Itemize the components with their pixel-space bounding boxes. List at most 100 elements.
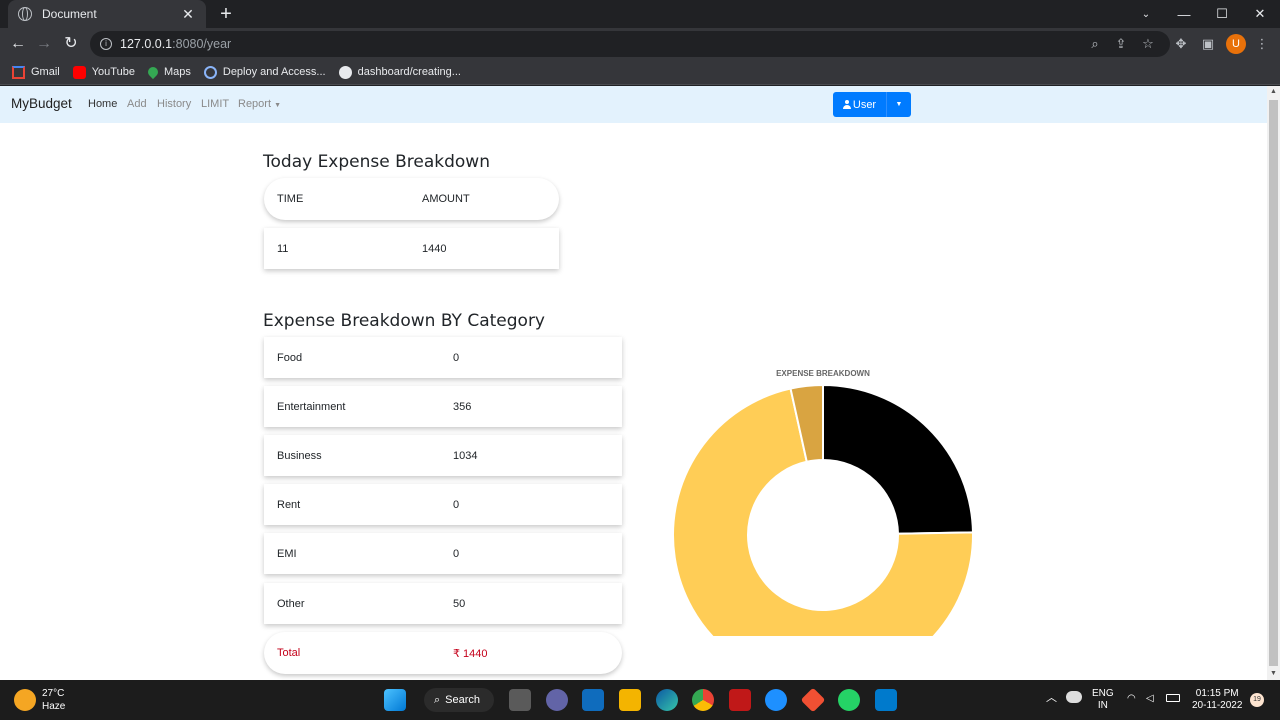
zoom-icon[interactable]: ⌕ — [1085, 34, 1105, 54]
browser-toolbar: ← → ↻ i 127.0.0.1:8080/year ⌕ ⇪ ☆ ✥ ▣ U … — [0, 28, 1280, 60]
whatsapp-icon[interactable] — [838, 689, 860, 711]
slice-entertainment[interactable] — [822, 383, 974, 535]
help-icon[interactable] — [765, 689, 787, 711]
address-bar[interactable]: i 127.0.0.1:8080/year — [90, 31, 1170, 57]
tab-strip: Document ✕ + ⌄ — ☐ ✕ — [0, 0, 1280, 28]
category-row-rent: Rent 0 — [264, 484, 622, 525]
nav-home[interactable]: Home — [88, 98, 117, 110]
bookmark-gmail[interactable]: Gmail — [12, 65, 60, 79]
brand-logo[interactable]: MyBudget — [11, 96, 72, 111]
maps-pin-icon — [145, 64, 161, 80]
file-explorer-icon[interactable] — [619, 689, 641, 711]
today-header-row: TIME AMOUNT — [264, 178, 559, 220]
task-view-icon[interactable] — [509, 689, 531, 711]
col-amount: AMOUNT — [422, 193, 470, 205]
profile-avatar[interactable]: U — [1226, 34, 1246, 54]
category-row-emi: EMI 0 — [264, 533, 622, 574]
store-icon[interactable] — [582, 689, 604, 711]
minimize-button[interactable]: — — [1165, 0, 1203, 28]
page-scrollbar[interactable]: ▲ ▼ — [1267, 86, 1280, 680]
back-button[interactable]: ← — [6, 32, 30, 56]
os-taskbar: 27°C Haze ⌕ Search ︿ ENG IN ◠ ◁ 01:15 PM… — [0, 680, 1280, 720]
maximize-button[interactable]: ☐ — [1203, 0, 1241, 28]
bookmark-youtube[interactable]: YouTube — [72, 65, 135, 79]
close-window-button[interactable]: ✕ — [1241, 0, 1279, 28]
total-value: ₹ 1440 — [453, 647, 488, 660]
category-heading: Expense Breakdown BY Category — [263, 311, 545, 331]
onedrive-icon[interactable] — [1066, 691, 1082, 703]
today-data-row: 11 1440 — [264, 228, 559, 269]
chevron-down-icon: ▼ — [274, 102, 282, 109]
expense-donut-chart: EXPENSE BREAKDOWNFoodEntertainmentBusine… — [672, 369, 974, 636]
url-path: :8080/year — [172, 37, 232, 51]
today-amount: 1440 — [422, 242, 447, 255]
category-row-food: Food 0 — [264, 337, 622, 378]
category-row-other: Other 50 — [264, 583, 622, 624]
clock[interactable]: 01:15 PM 20-11-2022 — [1192, 688, 1242, 712]
user-button-main[interactable]: User — [833, 92, 887, 117]
info-icon[interactable]: i — [100, 38, 112, 50]
today-heading: Today Expense Breakdown — [263, 152, 490, 172]
tab-search-icon[interactable]: ⌄ — [1127, 0, 1165, 28]
wifi-icon[interactable]: ◠ — [1127, 693, 1136, 705]
close-tab-icon[interactable]: ✕ — [180, 6, 196, 23]
page-viewport: MyBudget Home Add History LIMIT Report ▼… — [0, 86, 1267, 680]
app-navbar: MyBudget Home Add History LIMIT Report ▼… — [0, 86, 1267, 123]
language-indicator[interactable]: ENG IN — [1092, 688, 1114, 712]
github-icon — [338, 65, 352, 79]
haze-sun-icon — [14, 689, 36, 711]
bookmarks-bar: Gmail YouTube Maps Deploy and Access... … — [0, 60, 1280, 85]
bookmark-maps[interactable]: Maps — [145, 64, 191, 80]
menu-icon[interactable]: ⋮ — [1252, 34, 1272, 54]
nav-limit[interactable]: LIMIT — [201, 98, 229, 110]
col-time: TIME — [277, 193, 304, 205]
bookmark-github[interactable]: dashboard/creating... — [338, 65, 461, 79]
scroll-up-arrow[interactable]: ▲ — [1267, 86, 1280, 98]
reload-button[interactable]: ↻ — [59, 32, 83, 56]
temperature: 27°C — [42, 688, 65, 699]
bookmark-deploy[interactable]: Deploy and Access... — [203, 65, 326, 79]
tray-overflow-icon[interactable]: ︿ — [1046, 692, 1057, 704]
weather-condition: Haze — [42, 701, 66, 712]
youtube-icon — [72, 65, 86, 79]
category-row-entertainment: Entertainment 356 — [264, 386, 622, 427]
url-host: 127.0.0.1 — [120, 37, 173, 51]
nav-add[interactable]: Add — [127, 98, 147, 110]
deploy-icon — [203, 65, 217, 79]
scroll-down-arrow[interactable]: ▼ — [1267, 668, 1280, 680]
tab-title: Document — [42, 7, 97, 21]
nav-history[interactable]: History — [157, 98, 191, 110]
volume-icon[interactable]: ◁ — [1146, 693, 1154, 705]
extensions-icon[interactable]: ✥ — [1171, 34, 1191, 54]
mcafee-icon[interactable] — [729, 689, 751, 711]
chat-icon[interactable] — [546, 689, 568, 711]
vscode-icon[interactable] — [875, 689, 897, 711]
globe-icon — [18, 7, 32, 21]
notification-badge[interactable]: 19 — [1250, 693, 1264, 707]
taskbar-search[interactable]: ⌕ Search — [424, 688, 494, 712]
git-icon[interactable] — [800, 687, 826, 713]
user-dropdown-toggle[interactable]: ▼ — [887, 92, 911, 117]
category-total-row: Total ₹ 1440 — [264, 632, 622, 674]
side-panel-icon[interactable]: ▣ — [1198, 34, 1218, 54]
battery-icon[interactable] — [1166, 694, 1180, 702]
share-icon[interactable]: ⇪ — [1111, 34, 1131, 54]
new-tab-button[interactable]: + — [216, 3, 236, 25]
scrollbar-thumb[interactable] — [1269, 100, 1278, 666]
user-icon — [842, 100, 851, 109]
weather-widget[interactable]: 27°C Haze — [14, 687, 65, 713]
nav-report[interactable]: Report ▼ — [238, 98, 281, 110]
bookmark-star-icon[interactable]: ☆ — [1138, 34, 1158, 54]
total-label: Total — [277, 647, 301, 659]
windows-start-icon[interactable] — [384, 689, 406, 711]
user-button[interactable]: User ▼ — [833, 92, 911, 117]
today-time: 11 — [277, 242, 289, 255]
chrome-icon[interactable] — [692, 689, 714, 711]
gmail-icon — [12, 65, 25, 79]
browser-tab[interactable]: Document ✕ — [8, 0, 206, 28]
edge-icon[interactable] — [656, 689, 678, 711]
search-icon: ⌕ — [434, 693, 441, 706]
forward-button[interactable]: → — [32, 32, 56, 56]
chart-title: EXPENSE BREAKDOWN — [776, 369, 870, 378]
category-row-business: Business 1034 — [264, 435, 622, 476]
